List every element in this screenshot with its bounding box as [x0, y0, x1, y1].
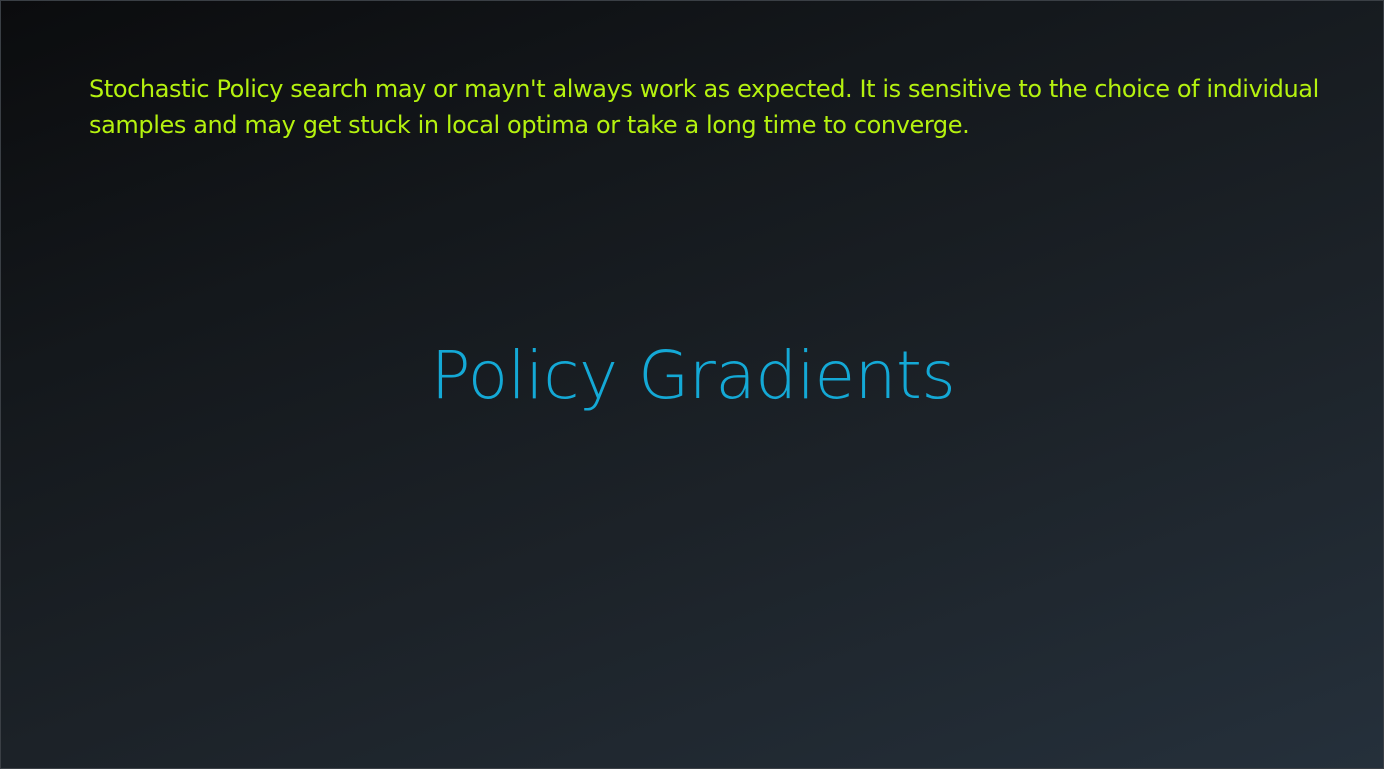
slide-title: Policy Gradients [430, 337, 956, 414]
slide-note-text: Stochastic Policy search may or mayn't a… [89, 75, 1319, 139]
presentation-slide: Stochastic Policy search may or mayn't a… [0, 0, 1384, 769]
